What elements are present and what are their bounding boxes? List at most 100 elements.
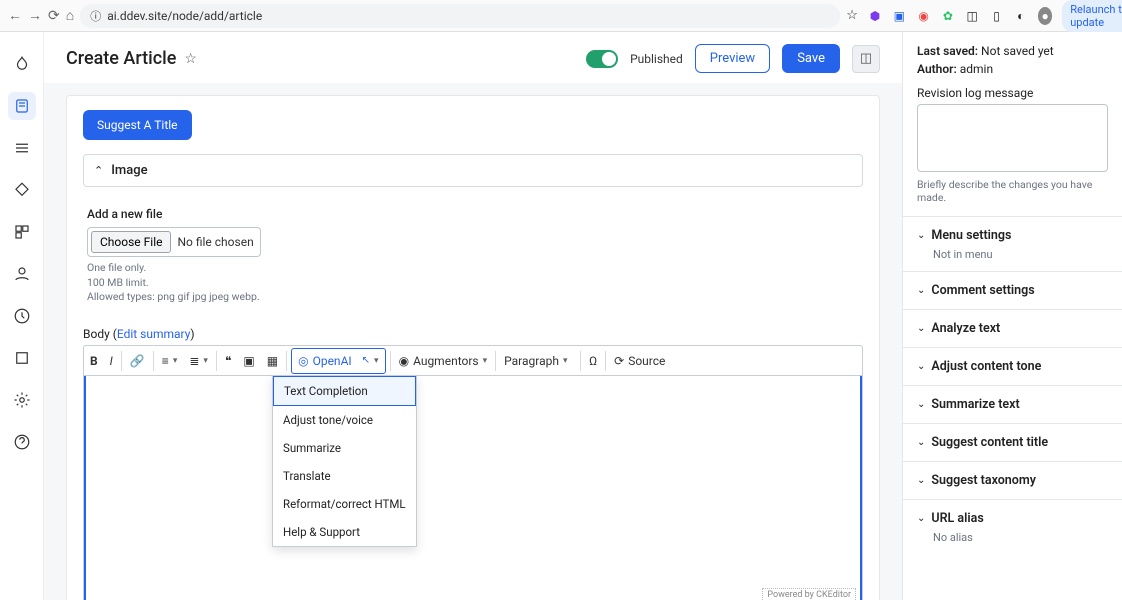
extension-icon[interactable]: ▯ — [989, 7, 1003, 25]
extension-icon[interactable]: ◫ — [965, 7, 979, 25]
openai-menu: Text Completion Adjust tone/voice Summar… — [272, 375, 417, 547]
extension-icon[interactable]: ◐ — [1014, 7, 1028, 25]
url-alias-sub: No alias — [903, 531, 1122, 554]
openai-dropdown[interactable]: ◎ OpenAI ↖ ▾ — [291, 348, 385, 374]
page-title: Create Article — [66, 48, 176, 69]
chevron-up-icon: ⌃ — [94, 164, 103, 177]
preview-button[interactable]: Preview — [695, 44, 770, 73]
chevron-right-icon: ⌄ — [917, 437, 925, 448]
chevron-right-icon: ⌄ — [917, 513, 925, 524]
italic-button[interactable]: I — [104, 346, 119, 376]
acc-suggest-taxonomy[interactable]: ⌄Suggest taxonomy — [903, 461, 1122, 499]
acc-analyze-text[interactable]: ⌄Analyze text — [903, 309, 1122, 347]
square-icon[interactable] — [8, 344, 36, 372]
chevron-right-icon: ⌄ — [917, 285, 925, 296]
favorite-star-icon[interactable]: ☆ — [184, 51, 197, 67]
browser-chrome: ← → ⟳ ⌂ ⓘ ai.ddev.site/node/add/article … — [0, 0, 1122, 32]
revision-hint: Briefly describe the changes you have ma… — [917, 178, 1108, 204]
revision-log-label: Revision log message — [917, 86, 1108, 100]
home-button[interactable]: ⌂ — [66, 6, 74, 26]
menu-item-translate[interactable]: Translate — [273, 462, 416, 490]
page-header: Create Article ☆ Published Preview Save … — [44, 32, 902, 83]
chevron-down-icon: ▾ — [483, 356, 488, 366]
settings-sidebar: Last saved: Not saved yet Author: admin … — [902, 32, 1122, 600]
back-button[interactable]: ← — [8, 6, 22, 26]
published-label: Published — [630, 52, 683, 66]
powered-by-label: Powered by CKEditor — [762, 588, 856, 600]
bookmark-star-icon[interactable]: ☆ — [846, 8, 858, 23]
source-button[interactable]: ⟳ Source — [608, 346, 671, 376]
edit-summary-link[interactable]: Edit summary — [117, 327, 191, 341]
site-info-icon: ⓘ — [90, 8, 101, 24]
acc-adjust-tone[interactable]: ⌄Adjust content tone — [903, 347, 1122, 385]
file-input-row: Choose File No file chosen — [87, 227, 261, 257]
paragraph-dropdown[interactable]: Paragraph ▾ — [498, 346, 578, 376]
augmentors-dropdown[interactable]: ◉ Augmentors ▾ — [393, 346, 494, 376]
image-section-header[interactable]: ⌃ Image — [83, 154, 863, 187]
link-button[interactable]: 🔗 — [124, 346, 151, 376]
bold-button[interactable]: B — [84, 346, 104, 376]
appearance-icon[interactable] — [8, 176, 36, 204]
choose-file-button[interactable]: Choose File — [91, 231, 171, 253]
menu-item-reformat-html[interactable]: Reformat/correct HTML — [273, 490, 416, 518]
extend-icon[interactable] — [8, 218, 36, 246]
media-button[interactable]: ▦ — [261, 346, 284, 376]
chevron-right-icon: ⌄ — [917, 230, 925, 241]
rich-text-editor: B I 🔗 ≡▾ ≣▾ ❝ ▣ ▦ ◎ OpenAI ↖ — [83, 345, 863, 600]
forward-button[interactable]: → — [28, 6, 42, 26]
chevron-right-icon: ⌄ — [917, 475, 925, 486]
url-text: ai.ddev.site/node/add/article — [107, 9, 262, 23]
chevron-down-icon: ▾ — [374, 356, 379, 366]
chevron-right-icon: ⌄ — [917, 323, 925, 334]
suggest-title-button[interactable]: Suggest A Title — [83, 110, 192, 140]
number-list-button[interactable]: ≣▾ — [183, 346, 214, 376]
extension-icon[interactable]: ◉ — [916, 7, 930, 25]
image-button[interactable]: ▣ — [237, 346, 260, 376]
extension-icon[interactable]: ✿ — [941, 7, 955, 25]
acc-suggest-title[interactable]: ⌄Suggest content title — [903, 423, 1122, 461]
menu-item-text-completion[interactable]: Text Completion — [273, 376, 416, 406]
editor-toolbar: B I 🔗 ≡▾ ≣▾ ❝ ▣ ▦ ◎ OpenAI ↖ — [84, 346, 862, 376]
menu-item-summarize[interactable]: Summarize — [273, 434, 416, 462]
extension-icon[interactable]: ▣ — [892, 7, 906, 25]
blockquote-button[interactable]: ❝ — [219, 346, 237, 376]
address-bar[interactable]: ⓘ ai.ddev.site/node/add/article — [80, 4, 840, 28]
people-icon[interactable] — [8, 260, 36, 288]
reload-button[interactable]: ⟳ — [48, 6, 60, 26]
structure-icon[interactable] — [8, 134, 36, 162]
bullet-list-button[interactable]: ≡▾ — [156, 346, 184, 376]
source-icon: ⟳ — [614, 354, 624, 368]
chevron-down-icon: ▾ — [563, 356, 568, 366]
chevron-right-icon: ⌄ — [917, 361, 925, 372]
editor-content[interactable]: Text Completion Adjust tone/voice Summar… — [84, 376, 862, 600]
menu-item-help-support[interactable]: Help & Support — [273, 518, 416, 546]
author: Author: admin — [917, 62, 1108, 76]
body-field-label: Body (Edit summary) — [83, 327, 863, 341]
revision-log-input[interactable] — [917, 104, 1108, 172]
extension-icon[interactable]: ⬢ — [868, 7, 882, 25]
config-icon[interactable] — [8, 386, 36, 414]
openai-icon: ◎ — [298, 354, 308, 368]
help-icon[interactable] — [8, 428, 36, 456]
avatar-icon[interactable]: ● — [1038, 7, 1052, 25]
augmentors-icon: ◉ — [399, 354, 409, 368]
admin-rail — [0, 32, 44, 600]
content-icon[interactable] — [8, 92, 36, 120]
chevron-right-icon: ⌄ — [917, 399, 925, 410]
sidebar-toggle-icon[interactable]: ◫ — [852, 45, 880, 73]
no-file-text: No file chosen — [177, 235, 253, 249]
add-file-label: Add a new file — [87, 207, 859, 221]
article-form-card: Suggest A Title ⌃ Image Add a new file C… — [66, 95, 880, 600]
published-toggle[interactable] — [586, 50, 618, 68]
drupal-logo-icon[interactable] — [8, 50, 36, 78]
menu-settings-sub: Not in menu — [903, 248, 1122, 271]
save-button[interactable]: Save — [782, 44, 840, 73]
special-char-button[interactable]: Ω — [583, 346, 603, 376]
acc-comment-settings[interactable]: ⌄Comment settings — [903, 271, 1122, 309]
acc-summarize-text[interactable]: ⌄Summarize text — [903, 385, 1122, 423]
reports-icon[interactable] — [8, 302, 36, 330]
cursor-icon: ↖ — [362, 355, 370, 366]
relaunch-button[interactable]: Relaunch to update — [1062, 0, 1122, 32]
image-heading: Image — [111, 163, 147, 178]
menu-item-adjust-tone[interactable]: Adjust tone/voice — [273, 406, 416, 434]
